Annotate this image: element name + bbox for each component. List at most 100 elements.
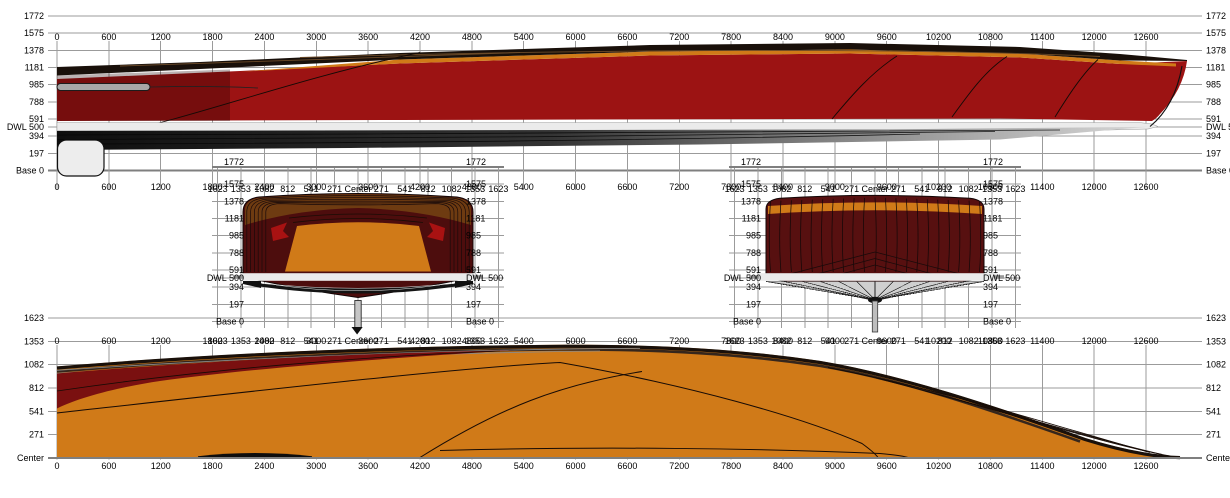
breadth-label: 541	[304, 336, 319, 346]
height-label: 1772	[466, 157, 486, 167]
station-label: 4200	[410, 461, 430, 471]
breadth-label: 1623	[488, 184, 508, 194]
station-label: 6600	[617, 461, 637, 471]
breadth-label: 812	[280, 184, 295, 194]
breadth-label: 271	[891, 184, 906, 194]
breadth-label: 271	[374, 336, 389, 346]
breadth-label: 1623	[725, 184, 745, 194]
hull-path	[57, 70, 230, 122]
dwl-label: DWL 500	[983, 273, 1020, 283]
height-label: 1575	[24, 28, 44, 38]
dwl-label: DWL 500	[1206, 122, 1230, 132]
height-label: 788	[29, 97, 44, 107]
height-label: 788	[1206, 97, 1221, 107]
height-label: 985	[466, 231, 481, 241]
height-label: 1378	[466, 196, 486, 206]
breadth-label: 812	[1206, 383, 1221, 393]
breadth-label: 271	[29, 430, 44, 440]
height-label: 985	[983, 231, 998, 241]
breadth-label: 541	[821, 336, 836, 346]
height-label: 985	[229, 231, 244, 241]
breadth-label: 1082	[959, 336, 979, 346]
station-label: 7200	[669, 182, 689, 192]
station-label: 5400	[514, 336, 534, 346]
hull-shape	[57, 84, 150, 91]
height-label: 1378	[983, 196, 1003, 206]
station-label: 7200	[669, 32, 689, 42]
breadth-label: 1623	[24, 313, 44, 323]
plan-view[interactable]	[48, 345, 1202, 458]
station-label: 6000	[566, 32, 586, 42]
station-label: 6000	[566, 182, 586, 192]
station-label: 10800	[978, 32, 1003, 42]
center-label: Center	[1206, 453, 1230, 463]
station-label: 8400	[773, 461, 793, 471]
height-label: 1772	[741, 157, 761, 167]
breadth-label: 1353	[231, 184, 251, 194]
station-label: 1200	[151, 32, 171, 42]
breadth-label: 1082	[24, 360, 44, 370]
station-label: 9000	[825, 32, 845, 42]
station-label: 12600	[1133, 182, 1158, 192]
station-label: 1200	[151, 461, 171, 471]
height-label: 197	[466, 299, 481, 309]
station-label: 11400	[1030, 336, 1054, 346]
breadth-label: 1353	[748, 336, 768, 346]
height-label: 788	[229, 248, 244, 258]
center-label: Center	[861, 184, 888, 194]
breadth-label: 1082	[442, 184, 462, 194]
base-label: Base 0	[466, 317, 494, 327]
station-label: 10200	[926, 32, 951, 42]
station-label: 600	[101, 182, 116, 192]
station-label: 12600	[1133, 32, 1158, 42]
station-label: 3600	[358, 32, 378, 42]
height-label: 1181	[225, 214, 244, 224]
height-label: 1378	[24, 45, 44, 55]
breadth-label: 812	[421, 336, 436, 346]
breadth-label: 1082	[442, 336, 462, 346]
breadth-label: 1353	[982, 336, 1002, 346]
height-label: 1181	[25, 63, 44, 73]
height-label: 394	[746, 282, 761, 292]
breadth-label: 812	[938, 336, 953, 346]
height-label: 1378	[224, 196, 244, 206]
base-label: Base 0	[216, 317, 244, 327]
height-label: 1181	[742, 214, 761, 224]
station-label: 12000	[1082, 336, 1107, 346]
station-label: 9600	[877, 32, 897, 42]
breadth-label: 1082	[959, 184, 979, 194]
breadth-label: 271	[844, 336, 859, 346]
height-label: 1772	[1206, 11, 1226, 21]
breadth-label: 1623	[725, 336, 745, 346]
body-plan-fore-view[interactable]	[233, 194, 483, 335]
station-label: 0	[54, 461, 59, 471]
station-label: 6600	[617, 336, 637, 346]
height-label: 197	[1206, 148, 1221, 158]
breadth-label: 1353	[748, 184, 768, 194]
hull-shape	[241, 273, 475, 281]
center-label: Center	[344, 336, 371, 346]
height-label: 1181	[983, 214, 1002, 224]
breadth-label: 1623	[208, 184, 228, 194]
breadth-label: 1353	[465, 184, 485, 194]
station-label: 0	[54, 336, 59, 346]
height-label: 1575	[1206, 28, 1226, 38]
height-label: 985	[1206, 80, 1221, 90]
station-label: 6000	[566, 461, 586, 471]
station-label: 9000	[825, 461, 845, 471]
station-label: 7800	[721, 32, 741, 42]
breadth-label: 1353	[1206, 336, 1226, 346]
body-plan-aft-view[interactable]	[749, 195, 1004, 332]
station-label: 4800	[462, 461, 482, 471]
station-label: 2400	[254, 461, 274, 471]
linesplan-drawing[interactable]: 1772157513781181985788591394197DWL 500Ba…	[0, 0, 1230, 498]
station-label: 12600	[1133, 461, 1158, 471]
breadth-label: 541	[397, 184, 412, 194]
station-label: 6600	[617, 32, 637, 42]
base-label: Base 0	[16, 166, 44, 176]
breadth-label: 541	[821, 184, 836, 194]
breadth-label: 1623	[1005, 336, 1025, 346]
linesplan-canvas[interactable]: 1772157513781181985788591394197DWL 500Ba…	[0, 0, 1230, 498]
breadth-label: 1082	[254, 336, 274, 346]
station-label: 1200	[151, 336, 171, 346]
